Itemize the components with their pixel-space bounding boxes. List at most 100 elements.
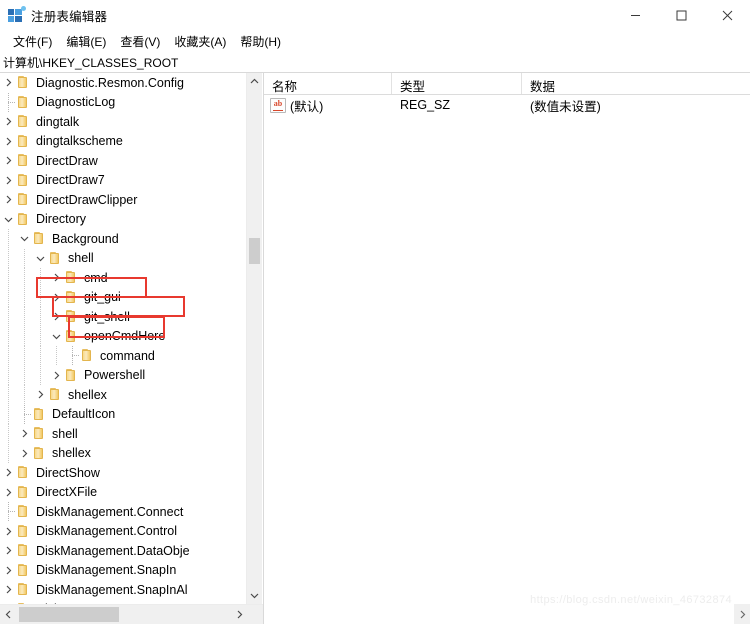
- tree-node[interactable]: DirectShow: [0, 463, 243, 483]
- chevron-right-icon[interactable]: [0, 463, 16, 482]
- chevron-right-icon[interactable]: [0, 580, 16, 599]
- tree-node[interactable]: shellex: [0, 385, 243, 405]
- tree-hscroll-thumb[interactable]: [19, 607, 119, 622]
- maximize-button[interactable]: [658, 0, 704, 30]
- tree-node-label: command: [100, 348, 155, 363]
- tree-indent: [16, 326, 32, 346]
- tree-node-label: DirectXFile: [36, 485, 98, 500]
- chevron-right-icon[interactable]: [0, 561, 16, 580]
- folder-icon: [16, 95, 31, 109]
- tree-node[interactable]: command: [0, 346, 243, 366]
- tree-connector-line: [16, 404, 32, 424]
- tree-node[interactable]: git_gui: [0, 287, 243, 308]
- tree-node[interactable]: git_shell: [0, 307, 243, 327]
- tree-node[interactable]: cmd: [0, 268, 243, 288]
- chevron-right-icon[interactable]: [16, 444, 32, 463]
- tree-node[interactable]: dingtalk: [0, 112, 243, 132]
- tree-indent: [32, 326, 48, 346]
- menu-edit[interactable]: 编辑(E): [59, 31, 113, 52]
- tree-node[interactable]: dingtalkscheme: [0, 132, 243, 152]
- tree-connector-line: [0, 502, 16, 522]
- chevron-down-icon[interactable]: [0, 210, 16, 229]
- chevron-right-icon[interactable]: [0, 190, 16, 209]
- scroll-left-arrow[interactable]: [0, 605, 17, 624]
- chevron-right-icon[interactable]: [16, 424, 32, 443]
- tree-node[interactable]: shell: [0, 248, 243, 269]
- registry-values-pane: 名称 类型 数据 ab (默认) REG_SZ (数值未设置) https://…: [264, 73, 750, 624]
- menu-favorites[interactable]: 收藏夹(A): [167, 31, 233, 52]
- scroll-up-arrow[interactable]: [247, 73, 262, 90]
- tree-node-label: DirectDrawClipper: [36, 192, 138, 207]
- close-button[interactable]: [704, 0, 750, 30]
- tree-node[interactable]: DefaultIcon: [0, 404, 243, 425]
- chevron-right-icon[interactable]: [48, 366, 64, 385]
- tree-horizontal-scrollbar[interactable]: [0, 604, 263, 624]
- column-header-type[interactable]: 类型: [392, 73, 522, 94]
- tree-node[interactable]: Diagnostic.Resmon.Config: [0, 73, 243, 93]
- folder-icon: [16, 485, 31, 499]
- tree-vertical-scrollbar[interactable]: [246, 73, 262, 604]
- tree-indent: [16, 365, 32, 385]
- value-row[interactable]: ab (默认) REG_SZ (数值未设置): [264, 95, 750, 115]
- menu-view[interactable]: 查看(V): [113, 31, 167, 52]
- tree-indent: [0, 385, 16, 405]
- tree-node[interactable]: DirectXFile: [0, 483, 243, 503]
- tree-node[interactable]: DiskManagement.DataObje: [0, 541, 243, 561]
- chevron-right-icon[interactable]: [0, 541, 16, 560]
- chevron-right-icon[interactable]: [0, 73, 16, 92]
- menu-file[interactable]: 文件(F): [6, 31, 59, 52]
- menu-help[interactable]: 帮助(H): [233, 31, 288, 52]
- chevron-down-icon[interactable]: [32, 249, 48, 268]
- column-header-name[interactable]: 名称: [264, 73, 392, 94]
- tree-connector-line: [64, 346, 80, 366]
- tree-node[interactable]: DirectDrawClipper: [0, 190, 243, 210]
- tree-node[interactable]: DirectDraw7: [0, 171, 243, 191]
- tree-node[interactable]: DiskManagement.Connect: [0, 502, 243, 522]
- registry-tree: Diagnostic.Resmon.Config DiagnosticLog din…: [0, 73, 243, 604]
- chevron-right-icon[interactable]: [0, 132, 16, 151]
- tree-scroll-thumb[interactable]: [249, 238, 260, 264]
- tree-indent: [32, 287, 48, 307]
- tree-node[interactable]: DiagnosticLog: [0, 92, 243, 113]
- tree-node[interactable]: Powershell: [0, 365, 243, 386]
- tree-node-label: shellex: [68, 387, 107, 402]
- tree-node[interactable]: openCmdHere: [0, 326, 243, 347]
- address-bar[interactable]: 计算机\HKEY_CLASSES_ROOT: [0, 52, 750, 72]
- chevron-right-icon[interactable]: [0, 151, 16, 170]
- value-data: (数值未设置): [530, 99, 601, 114]
- tree-node[interactable]: DiskManagement.SnapIn: [0, 561, 243, 581]
- menu-bar: 文件(F) 编辑(E) 查看(V) 收藏夹(A) 帮助(H): [0, 30, 750, 52]
- tree-indent: [16, 346, 32, 366]
- value-scroll-right-arrow[interactable]: [734, 604, 750, 624]
- chevron-down-icon[interactable]: [48, 327, 64, 346]
- minimize-button[interactable]: [612, 0, 658, 30]
- tree-indent: [0, 326, 16, 346]
- chevron-right-icon[interactable]: [32, 385, 48, 404]
- chevron-right-icon[interactable]: [0, 171, 16, 190]
- tree-node[interactable]: Background: [0, 229, 243, 249]
- menu-help-label: 帮助(H): [240, 34, 281, 49]
- tree-indent: [16, 268, 32, 288]
- scroll-down-arrow[interactable]: [247, 587, 262, 604]
- chevron-right-icon[interactable]: [48, 307, 64, 326]
- chevron-right-icon[interactable]: [0, 112, 16, 131]
- tree-node[interactable]: DiskManagement.Control: [0, 522, 243, 542]
- tree-node[interactable]: shell: [0, 424, 243, 444]
- chevron-down-icon[interactable]: [16, 229, 32, 248]
- chevron-right-icon[interactable]: [0, 522, 16, 541]
- tree-node-label: DiskManagement.Connect: [36, 504, 184, 519]
- scroll-right-arrow[interactable]: [231, 605, 248, 624]
- tree-node[interactable]: shellex: [0, 443, 243, 464]
- chevron-right-icon[interactable]: [0, 483, 16, 502]
- chevron-right-icon[interactable]: [48, 288, 64, 307]
- tree-node-label: DiskManagement.SnapIn: [36, 563, 177, 578]
- chevron-right-icon[interactable]: [48, 268, 64, 287]
- tree-node-label: Background: [52, 231, 119, 246]
- column-header-data[interactable]: 数据: [522, 73, 750, 94]
- folder-icon: [16, 505, 31, 518]
- tree-node[interactable]: DirectDraw: [0, 151, 243, 171]
- tree-indent: [16, 307, 32, 327]
- tree-node[interactable]: DiskManagement.SnapInAl: [0, 580, 243, 600]
- tree-node[interactable]: Directory: [0, 210, 243, 230]
- tree-indent: [0, 346, 16, 366]
